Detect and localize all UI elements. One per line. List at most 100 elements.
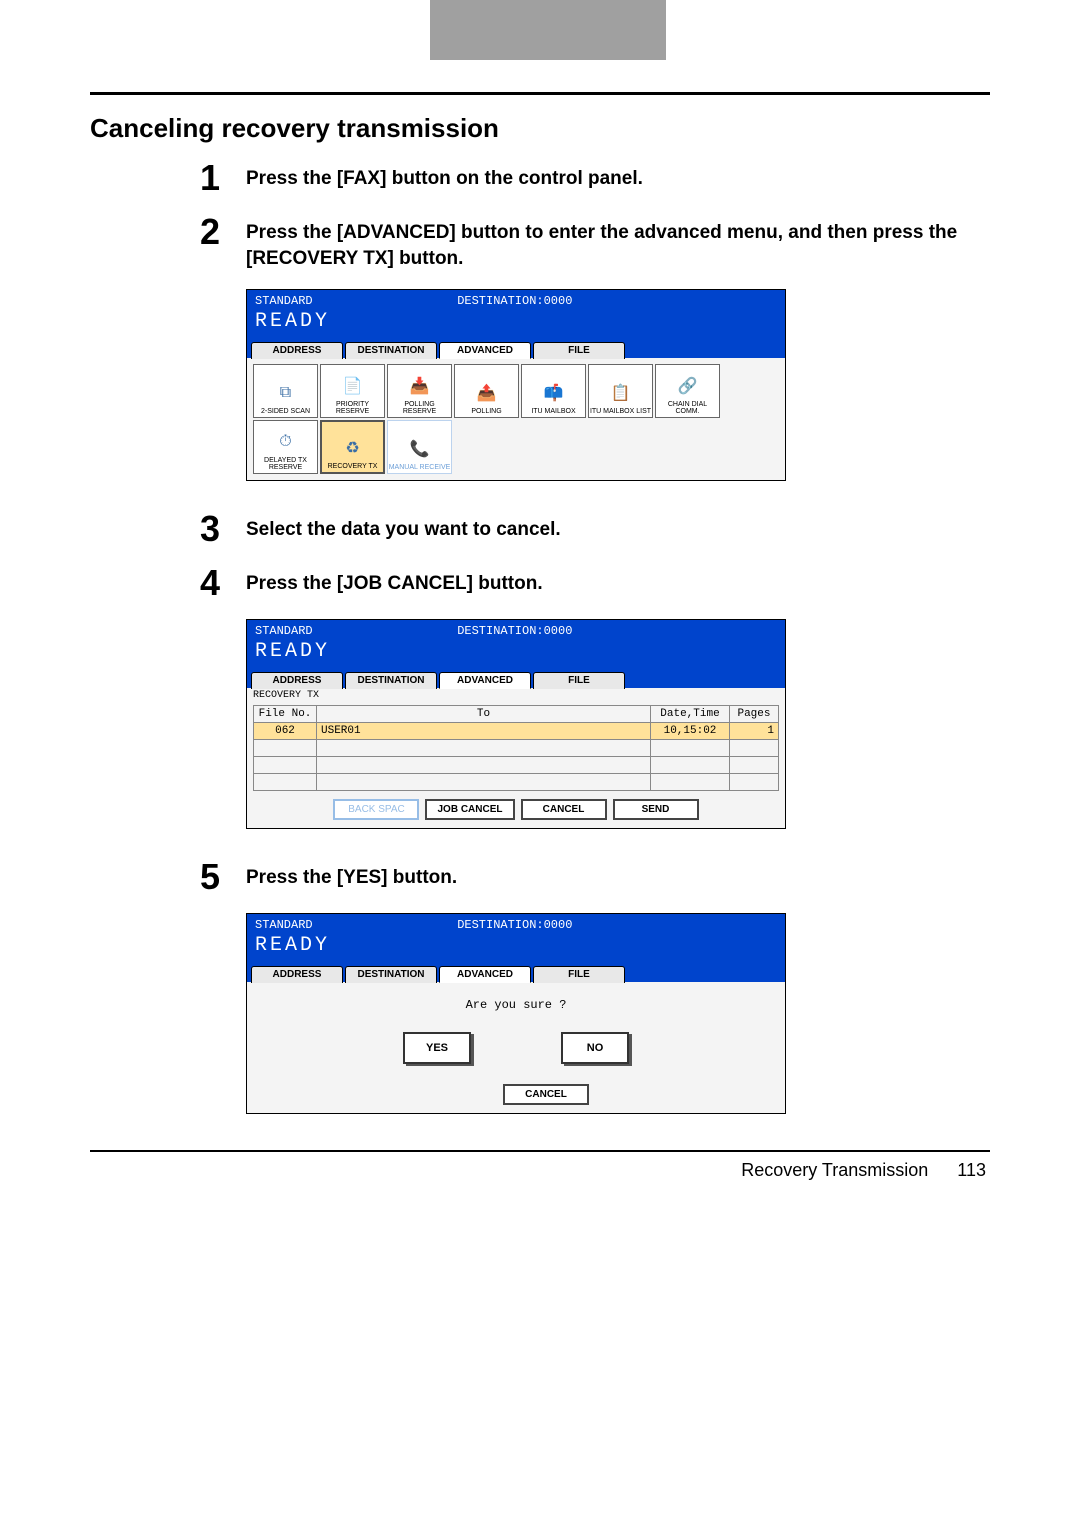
btn-confirm-cancel[interactable]: CANCEL xyxy=(503,1084,589,1105)
tab-advanced[interactable]: ADVANCED xyxy=(439,672,531,689)
tab-address[interactable]: ADDRESS xyxy=(251,966,343,983)
btn-send[interactable]: SEND xyxy=(613,799,699,820)
itu-mailbox-list-icon: 📋 xyxy=(606,380,636,406)
manual-receive-icon: 📞 xyxy=(405,436,435,462)
tab-address[interactable]: ADDRESS xyxy=(251,342,343,359)
btn-cancel[interactable]: CANCEL xyxy=(521,799,607,820)
btn-yes[interactable]: YES xyxy=(403,1032,471,1064)
footer-rule xyxy=(90,1150,990,1152)
destination-count: DESTINATION:0000 xyxy=(457,624,572,638)
step-5: 5 Press the [YES] button. xyxy=(200,859,990,895)
recovery-tx-icon: ♻ xyxy=(338,435,368,461)
mode-label: STANDARD xyxy=(255,624,313,638)
ready-label: READY xyxy=(255,640,777,663)
col-date-time: Date,Time xyxy=(651,706,730,723)
tab-destination[interactable]: DESTINATION xyxy=(345,966,437,983)
tab-file[interactable]: FILE xyxy=(533,342,625,359)
step-2-text: Press the [ADVANCED] button to enter the… xyxy=(246,214,990,271)
polling-reserve-icon: 📥 xyxy=(405,373,435,399)
footer-page-number: 113 xyxy=(957,1160,986,1180)
screenshot-job-list: STANDARD DESTINATION:0000 READY ADDRESS … xyxy=(246,619,786,829)
btn-2-sided-scan[interactable]: ⧉ 2-SIDED SCAN xyxy=(253,364,318,418)
header-tab-placeholder xyxy=(430,0,666,60)
screenshot-confirm: STANDARD DESTINATION:0000 READY ADDRESS … xyxy=(246,913,786,1114)
tab-destination[interactable]: DESTINATION xyxy=(345,342,437,359)
step-4-number: 4 xyxy=(200,565,246,601)
col-pages: Pages xyxy=(730,706,779,723)
two-sided-icon: ⧉ xyxy=(271,380,301,406)
col-file-no: File No. xyxy=(254,706,317,723)
step-2-number: 2 xyxy=(200,214,246,250)
tab-advanced[interactable]: ADVANCED xyxy=(439,342,531,359)
tab-address[interactable]: ADDRESS xyxy=(251,672,343,689)
delayed-tx-icon: ⏱ xyxy=(271,429,301,455)
itu-mailbox-icon: 📫 xyxy=(539,380,569,406)
btn-chain-dial-label: CHAIN DIAL COMM. xyxy=(656,401,719,415)
btn-priority-reserve-label: PRIORITY RESERVE xyxy=(321,401,384,415)
destination-count: DESTINATION:0000 xyxy=(457,918,572,932)
btn-polling[interactable]: 📤 POLLING xyxy=(454,364,519,418)
tab-destination[interactable]: DESTINATION xyxy=(345,672,437,689)
step-3-number: 3 xyxy=(200,511,246,547)
priority-icon: 📄 xyxy=(338,373,368,399)
ready-label: READY xyxy=(255,934,777,957)
step-3-text: Select the data you want to cancel. xyxy=(246,511,561,543)
cell-pages: 1 xyxy=(730,723,779,740)
destination-count: DESTINATION:0000 xyxy=(457,294,572,308)
btn-manual-receive[interactable]: 📞 MANUAL RECEIVE xyxy=(387,420,452,474)
btn-itu-mailbox[interactable]: 📫 ITU MAILBOX xyxy=(521,364,586,418)
screen-header: STANDARD DESTINATION:0000 READY xyxy=(247,620,785,671)
ready-label: READY xyxy=(255,310,777,333)
mode-label: STANDARD xyxy=(255,294,313,308)
btn-itu-mailbox-list[interactable]: 📋 ITU MAILBOX LIST xyxy=(588,364,653,418)
step-3: 3 Select the data you want to cancel. xyxy=(200,511,990,547)
col-to: To xyxy=(317,706,651,723)
btn-delayed-tx[interactable]: ⏱ DELAYED TX RESERVE xyxy=(253,420,318,474)
btn-polling-reserve[interactable]: 📥 POLLING RESERVE xyxy=(387,364,452,418)
tab-file[interactable]: FILE xyxy=(533,966,625,983)
screen-header: STANDARD DESTINATION:0000 READY xyxy=(247,914,785,965)
table-row[interactable] xyxy=(254,740,779,757)
top-rule xyxy=(90,92,990,95)
btn-no[interactable]: NO xyxy=(561,1032,629,1064)
job-list-table: File No. To Date,Time Pages 062 USER01 1… xyxy=(253,705,779,791)
mode-label: STANDARD xyxy=(255,918,313,932)
btn-job-cancel[interactable]: JOB CANCEL xyxy=(425,799,514,820)
btn-delayed-tx-label: DELAYED TX RESERVE xyxy=(254,457,317,471)
step-1-text: Press the [FAX] button on the control pa… xyxy=(246,160,643,192)
step-5-number: 5 xyxy=(200,859,246,895)
footer-label: Recovery Transmission xyxy=(741,1160,928,1180)
btn-2-sided-scan-label: 2-SIDED SCAN xyxy=(261,408,310,415)
btn-priority-reserve[interactable]: 📄 PRIORITY RESERVE xyxy=(320,364,385,418)
btn-itu-mailbox-list-label: ITU MAILBOX LIST xyxy=(590,408,651,415)
cell-date-time: 10,15:02 xyxy=(651,723,730,740)
tab-file[interactable]: FILE xyxy=(533,672,625,689)
confirm-question: Are you sure ? xyxy=(247,982,785,1018)
section-title: Canceling recovery transmission xyxy=(90,113,990,144)
table-row[interactable] xyxy=(254,757,779,774)
chain-dial-icon: 🔗 xyxy=(673,373,703,399)
step-2: 2 Press the [ADVANCED] button to enter t… xyxy=(200,214,990,271)
page-footer: Recovery Transmission 113 xyxy=(90,1160,990,1181)
btn-recovery-tx-label: RECOVERY TX xyxy=(328,463,378,470)
btn-itu-mailbox-label: ITU MAILBOX xyxy=(531,408,575,415)
step-1-number: 1 xyxy=(200,160,246,196)
screenshot-advanced-menu: STANDARD DESTINATION:0000 READY ADDRESS … xyxy=(246,289,786,481)
panel-sublabel: RECOVERY TX xyxy=(247,688,785,705)
step-1: 1 Press the [FAX] button on the control … xyxy=(200,160,990,196)
step-4-text: Press the [JOB CANCEL] button. xyxy=(246,565,543,597)
step-5-text: Press the [YES] button. xyxy=(246,859,457,891)
btn-recovery-tx[interactable]: ♻ RECOVERY TX xyxy=(320,420,385,474)
btn-polling-label: POLLING xyxy=(471,408,501,415)
table-row[interactable] xyxy=(254,774,779,791)
btn-polling-reserve-label: POLLING RESERVE xyxy=(388,401,451,415)
btn-back-space[interactable]: BACK SPAC xyxy=(333,799,419,820)
cell-file-no: 062 xyxy=(254,723,317,740)
table-row[interactable]: 062 USER01 10,15:02 1 xyxy=(254,723,779,740)
cell-to: USER01 xyxy=(317,723,651,740)
screen-header: STANDARD DESTINATION:0000 READY xyxy=(247,290,785,341)
btn-chain-dial[interactable]: 🔗 CHAIN DIAL COMM. xyxy=(655,364,720,418)
step-4: 4 Press the [JOB CANCEL] button. xyxy=(200,565,990,601)
polling-icon: 📤 xyxy=(472,380,502,406)
tab-advanced[interactable]: ADVANCED xyxy=(439,966,531,983)
